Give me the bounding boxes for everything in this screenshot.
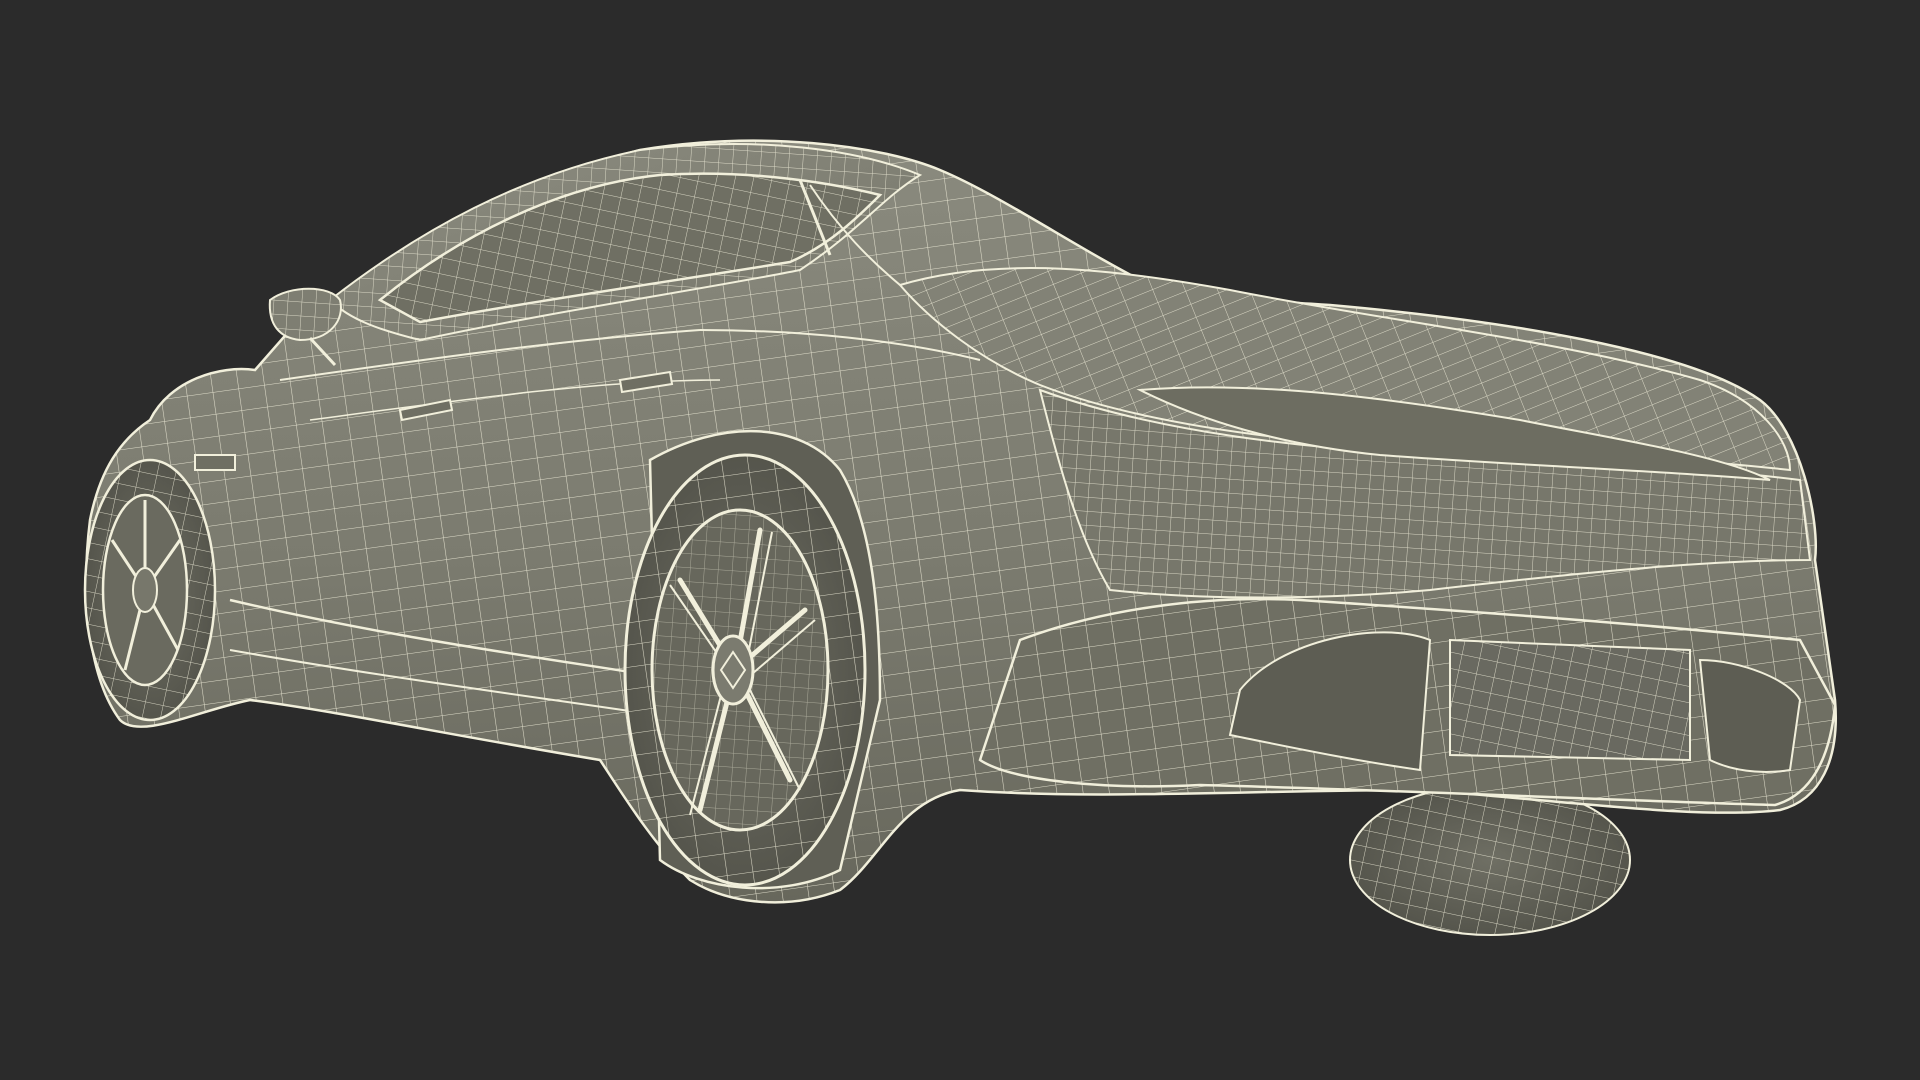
front-left-wheel <box>83 458 217 722</box>
render-viewport <box>0 0 1920 1080</box>
rear-right-wheel <box>1349 784 1631 936</box>
side-vent <box>194 454 236 471</box>
rear-bumper <box>978 597 1837 807</box>
rear-left-wheel <box>623 453 867 887</box>
car-wireframe <box>83 139 1837 936</box>
